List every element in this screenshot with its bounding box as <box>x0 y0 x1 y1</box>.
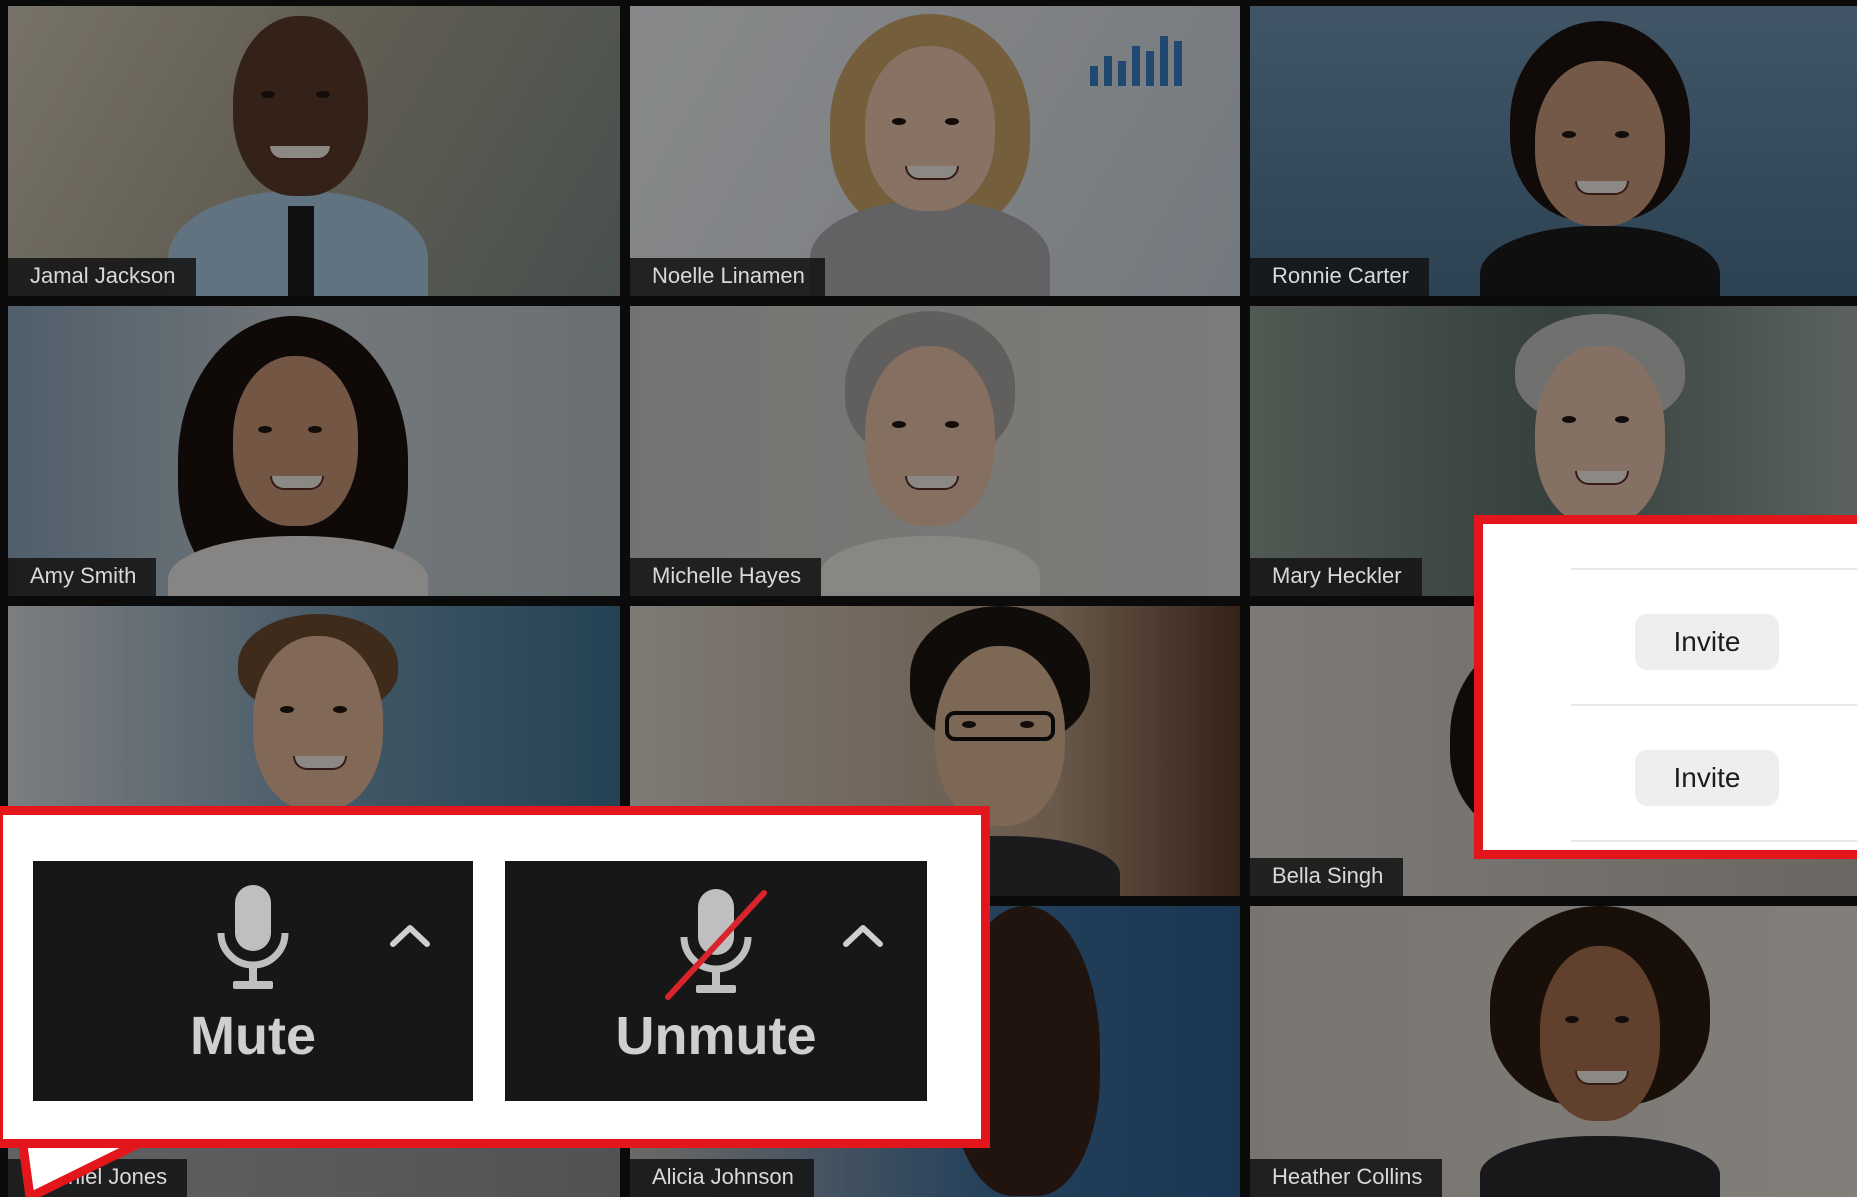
unmute-button[interactable]: Unmute <box>505 861 927 1101</box>
audio-controls-callout: Mute Unmute <box>0 806 990 1148</box>
invite-row-divider <box>1571 840 1857 850</box>
chevron-up-icon[interactable] <box>388 921 432 949</box>
video-tile[interactable]: Michelle Hayes <box>630 306 1240 596</box>
video-tile[interactable]: Heather Collins <box>1250 906 1857 1197</box>
invite-row: Invite <box>1571 568 1857 706</box>
video-tile[interactable]: Amy Smith <box>8 306 620 596</box>
participant-name-label: Amy Smith <box>8 558 157 596</box>
invite-panel-callout: Invite Invite <box>1474 515 1857 859</box>
participant-name-label: Mary Heckler <box>1250 558 1422 596</box>
participant-name-label: Bella Singh <box>1250 858 1404 896</box>
participant-name-label: Ronnie Carter <box>1250 258 1429 296</box>
chevron-up-icon[interactable] <box>841 921 885 949</box>
participant-name-label: Alicia Johnson <box>630 1159 814 1197</box>
microphone-icon <box>217 885 289 989</box>
video-tile[interactable]: Noelle Linamen <box>630 6 1240 296</box>
mute-label: Mute <box>190 1006 316 1066</box>
microphone-off-icon <box>665 889 767 1000</box>
participant-name-label: Noelle Linamen <box>630 258 825 296</box>
video-call-gallery: Jamal Jackson Noelle Linamen Ronnie Cart… <box>0 0 1857 1197</box>
invite-button[interactable]: Invite <box>1635 614 1779 670</box>
participant-name-label: Heather Collins <box>1250 1159 1443 1197</box>
unmute-label: Unmute <box>615 1006 817 1066</box>
invite-row: Invite <box>1571 704 1857 842</box>
participant-name-label: Michelle Hayes <box>630 558 822 596</box>
invite-button[interactable]: Invite <box>1635 750 1779 806</box>
video-tile[interactable]: Jamal Jackson <box>8 6 620 296</box>
participant-name-label: Jamal Jackson <box>8 258 196 296</box>
video-tile[interactable]: Ronnie Carter <box>1250 6 1857 296</box>
mute-button[interactable]: Mute <box>33 861 473 1101</box>
